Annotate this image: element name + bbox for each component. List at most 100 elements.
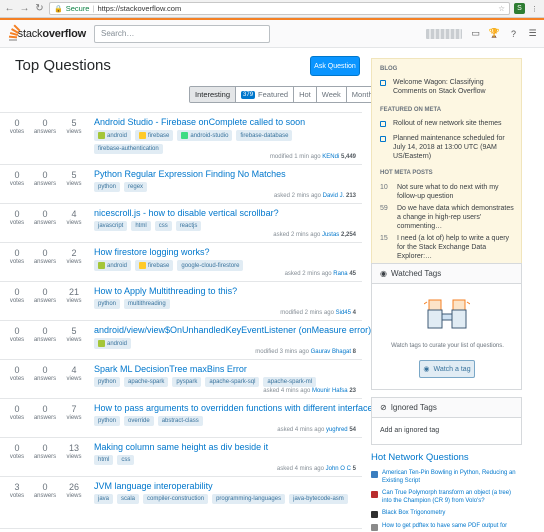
question-title-link[interactable]: How firestore logging works?: [94, 247, 210, 257]
question-title-link[interactable]: Android Studio - Firebase onComplete cal…: [94, 117, 305, 127]
android-icon: [98, 340, 105, 347]
question-title-link[interactable]: Spark ML DecisionTree maxBins Error: [94, 364, 247, 374]
site-icon: [371, 524, 378, 531]
tag-android[interactable]: android: [94, 130, 132, 141]
tag-firebase[interactable]: firebase: [135, 260, 174, 271]
user-reputation: 213: [345, 193, 356, 199]
extension-icon[interactable]: S: [514, 3, 525, 14]
user-link[interactable]: KENdi: [322, 154, 339, 160]
tag-python[interactable]: python: [94, 416, 121, 426]
tag-google-cloud-firestore[interactable]: google-cloud-firestore: [177, 260, 244, 271]
user-avatar-reputation[interactable]: [426, 28, 462, 39]
tag-apache-spark[interactable]: apache-spark: [124, 377, 169, 387]
hot-meta-item[interactable]: 10 Not sure what to do next with my foll…: [380, 184, 518, 202]
search-input[interactable]: Search…: [94, 24, 270, 43]
question-tags: python multithreading: [94, 299, 362, 309]
tag-compiler-construction[interactable]: compiler-construction: [143, 494, 209, 504]
firebase-icon: [139, 132, 147, 139]
question-title-link[interactable]: How to pass arguments to overridden func…: [94, 403, 378, 413]
tag-css[interactable]: css: [154, 221, 172, 231]
tag-reactjs[interactable]: reactjs: [175, 221, 202, 231]
user-link[interactable]: Mounir Hafsa: [312, 388, 348, 394]
stackoverflow-logo[interactable]: stackoverflow: [6, 23, 86, 42]
question-title-link[interactable]: android/view/view$OnUnhandledKeyEventLis…: [94, 325, 371, 335]
hot-network-question[interactable]: Black Box Trigonometry: [371, 510, 522, 518]
question-title-link[interactable]: JVM language interoperability: [94, 481, 213, 491]
tag-apache-spark-sql[interactable]: apache-spark-sql: [205, 377, 260, 387]
achievements-icon[interactable]: 🏆: [489, 28, 500, 39]
question-title-link[interactable]: nicescroll.js - how to disable vertical …: [94, 208, 279, 218]
tag-html[interactable]: html: [94, 455, 114, 465]
hot-meta-item[interactable]: 59 Do we have data which demonstrates a …: [380, 205, 518, 231]
hot-network-question[interactable]: Can True Polymorph transform an object (…: [371, 490, 522, 505]
user-link[interactable]: David J.: [323, 193, 345, 199]
tag-scala[interactable]: scala: [117, 494, 140, 504]
tag-pyspark[interactable]: pyspark: [172, 377, 202, 387]
tag-python[interactable]: python: [94, 299, 121, 309]
forward-icon[interactable]: →: [19, 3, 30, 14]
hot-meta-item[interactable]: 15 I need (a lot of) help to write a que…: [380, 235, 518, 261]
user-link[interactable]: Gaurav Bhagat: [311, 349, 351, 355]
tag-javascript[interactable]: javascript: [94, 221, 128, 231]
user-link[interactable]: Justas: [322, 232, 339, 238]
tag-firebase-database[interactable]: firebase-database: [236, 130, 293, 141]
site-icon: [371, 511, 378, 518]
tab-week[interactable]: Week: [315, 87, 346, 102]
lock-icon: 🔒: [54, 5, 63, 13]
question-title-link[interactable]: Python Regular Expression Finding No Mat…: [94, 169, 286, 179]
tab-hot[interactable]: Hot: [293, 87, 316, 102]
meta-item[interactable]: Planned maintenance scheduled for July 1…: [380, 135, 518, 161]
answers-count: 0 answers: [33, 443, 57, 460]
address-bar[interactable]: 🔒 Secure | https://stackoverflow.com ☆: [49, 2, 510, 15]
hot-network-questions-title[interactable]: Hot Network Questions: [371, 452, 469, 463]
tag-multithreading[interactable]: multithreading: [124, 299, 170, 309]
hot-network-question[interactable]: How to get pdftex to have same PDF outpu…: [371, 523, 522, 531]
question-title-link[interactable]: Making column same height as div beside …: [94, 442, 268, 452]
votes-count: 0 votes: [9, 209, 25, 226]
tag-android[interactable]: android: [94, 260, 132, 271]
meta-item[interactable]: Rollout of new network site themes: [380, 120, 518, 129]
tag-override[interactable]: override: [124, 416, 154, 426]
tag-apache-spark-ml[interactable]: apache-spark-ml: [263, 377, 317, 387]
site-switcher-icon[interactable]: ☰: [527, 28, 538, 39]
question-tags: android: [94, 338, 362, 349]
reload-icon[interactable]: ↻: [34, 3, 45, 14]
tag-java[interactable]: java: [94, 494, 114, 504]
question-meta: asked 2 mins ago Justas 2,254: [273, 232, 356, 238]
tag-python[interactable]: python: [94, 377, 121, 387]
tag-python[interactable]: python: [94, 182, 121, 192]
tab-interesting[interactable]: Interesting: [190, 87, 236, 102]
user-link[interactable]: Rana: [333, 271, 347, 277]
tag-firebase[interactable]: firebase: [135, 130, 174, 141]
help-icon[interactable]: ?: [508, 28, 519, 39]
tag-java-bytecode-asm[interactable]: java-bytecode-asm: [289, 494, 348, 504]
tag-android[interactable]: android: [94, 338, 132, 349]
user-link[interactable]: Sid45: [336, 310, 351, 316]
inbox-icon[interactable]: ▭: [470, 28, 481, 39]
views-count: 2 views: [66, 248, 82, 265]
question-tags: java scala compiler-construction programmin…: [94, 494, 362, 504]
blog-heading: BLOG: [380, 66, 398, 72]
tag-css[interactable]: css: [117, 455, 135, 465]
tag-html[interactable]: html: [131, 221, 151, 231]
tag-firebase-authentication[interactable]: firebase-authentication: [94, 144, 163, 154]
menu-dots-icon[interactable]: ⋮: [529, 3, 540, 14]
star-icon[interactable]: ☆: [498, 4, 505, 13]
question-title-link[interactable]: How to Apply Multithreading to this?: [94, 286, 237, 296]
tag-abstract-class[interactable]: abstract-class: [157, 416, 203, 426]
user-link[interactable]: yughred: [326, 427, 348, 433]
user-link[interactable]: John O C: [326, 466, 351, 472]
watch-a-tag-button[interactable]: ◉ Watch a tag: [419, 360, 475, 378]
answers-count: 0 answers: [33, 170, 57, 187]
ask-question-button[interactable]: Ask Question: [310, 56, 360, 76]
back-icon[interactable]: ←: [4, 3, 15, 14]
question-meta: modified 3 mins ago Gaurav Bhagat 8: [255, 349, 356, 355]
add-ignored-tag-link[interactable]: Add an ignored tag: [380, 427, 439, 434]
hot-network-question[interactable]: American Ten-Pin Bowling in Python, Redu…: [371, 470, 522, 485]
tab-featured[interactable]: 379 Featured: [235, 87, 294, 102]
tag-regex[interactable]: regex: [124, 182, 148, 192]
blog-item[interactable]: Welcome Wagon: Classifying Comments on S…: [380, 79, 518, 97]
tag-android-studio[interactable]: android-studio: [177, 130, 233, 141]
question-row: 0 votes 0 answers 7 views How to pass argument…: [0, 399, 378, 438]
tag-programming-languages[interactable]: programming-languages: [212, 494, 286, 504]
